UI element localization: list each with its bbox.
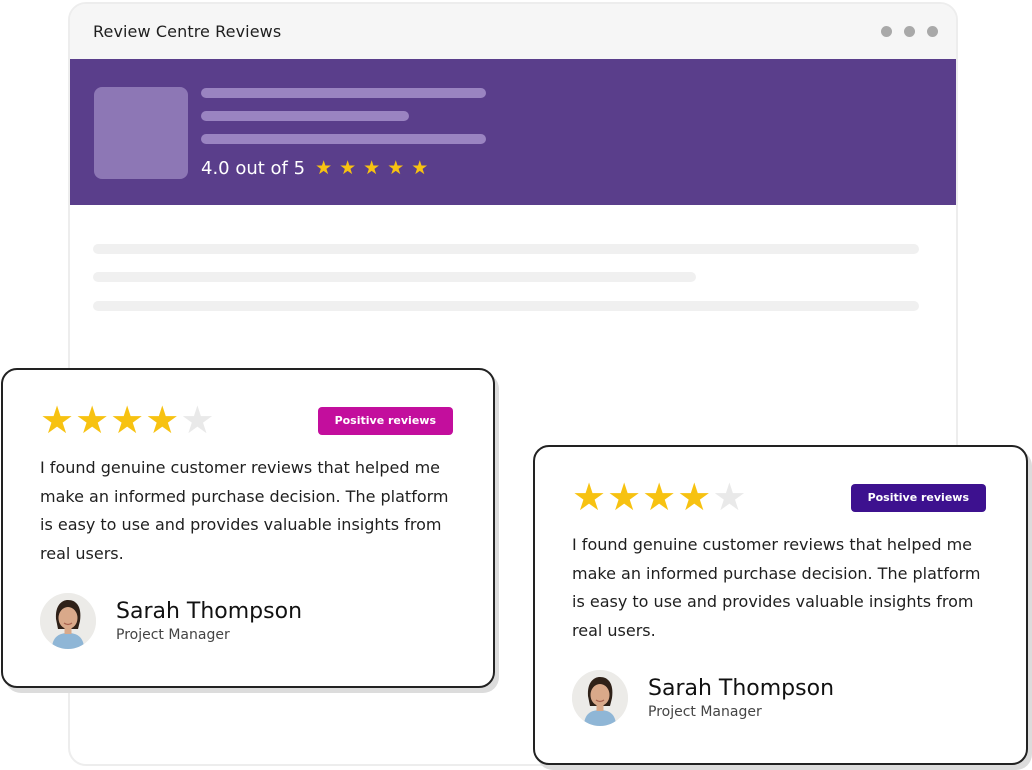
dot-icon	[904, 26, 915, 37]
dot-icon	[927, 26, 938, 37]
content-placeholder-line	[93, 272, 696, 282]
reviewer: Sarah Thompson Project Manager	[572, 670, 834, 726]
star-empty-icon: ★	[712, 475, 747, 519]
reviewer-info: Sarah Thompson Project Manager	[648, 676, 834, 721]
reviewer: Sarah Thompson Project Manager	[40, 593, 302, 649]
reviewer-name: Sarah Thompson	[116, 598, 303, 624]
star-icon: ★	[363, 157, 381, 179]
reviewer-role: Project Manager	[116, 626, 230, 643]
content-placeholder-line	[93, 244, 919, 254]
avatar-person-icon	[572, 670, 628, 726]
star-icon: ★	[387, 157, 405, 179]
reviewer-role: Project Manager	[648, 703, 762, 720]
content-placeholder-line	[93, 301, 919, 311]
star-filled-icon: ★	[110, 398, 145, 442]
star-filled-icon: ★	[572, 475, 607, 519]
product-header: 4.0 out of 5 ★ ★ ★ ★ ★	[70, 59, 956, 205]
review-stars: ★ ★ ★ ★ ★	[572, 477, 746, 517]
star-icon: ★	[339, 157, 357, 179]
star-filled-icon: ★	[75, 398, 110, 442]
product-image-placeholder	[94, 87, 188, 179]
avatar-person-icon	[40, 593, 96, 649]
star-icon: ★	[315, 157, 333, 179]
reviewer-name: Sarah Thompson	[648, 675, 835, 701]
window-title: Review Centre Reviews	[93, 22, 282, 41]
positive-reviews-badge[interactable]: Positive reviews	[850, 484, 986, 512]
dot-icon	[881, 26, 892, 37]
overall-rating: 4.0 out of 5 ★ ★ ★ ★ ★	[201, 157, 428, 179]
reviewer-info: Sarah Thompson Project Manager	[116, 599, 302, 644]
star-filled-icon: ★	[145, 398, 180, 442]
rating-text: 4.0 out of 5	[201, 157, 306, 179]
text-placeholder-line	[201, 134, 486, 144]
star-empty-icon: ★	[180, 398, 215, 442]
star-icon: ★	[411, 157, 429, 179]
review-card: ★ ★ ★ ★ ★ Positive reviews I found genuine c…	[1, 368, 495, 688]
star-filled-icon: ★	[642, 475, 677, 519]
review-text: I found genuine customer reviews that he…	[40, 458, 449, 563]
more-dots-icon[interactable]	[881, 26, 938, 37]
star-filled-icon: ★	[677, 475, 712, 519]
review-text: I found genuine customer reviews that he…	[572, 535, 981, 640]
positive-reviews-badge[interactable]: Positive reviews	[317, 407, 453, 435]
star-filled-icon: ★	[607, 475, 642, 519]
review-stars: ★ ★ ★ ★ ★	[40, 400, 214, 440]
review-card: ★ ★ ★ ★ ★ Positive reviews I found genuine c…	[533, 445, 1028, 765]
summary-stars: ★ ★ ★ ★ ★	[315, 157, 428, 179]
text-placeholder-line	[201, 88, 486, 98]
stage: Review Centre Reviews 4.0 out of 5 ★ ★ ★ ★ ★…	[0, 0, 1032, 770]
window-titlebar: Review Centre Reviews	[70, 4, 956, 59]
text-placeholder-line	[201, 111, 409, 121]
star-filled-icon: ★	[40, 398, 75, 442]
